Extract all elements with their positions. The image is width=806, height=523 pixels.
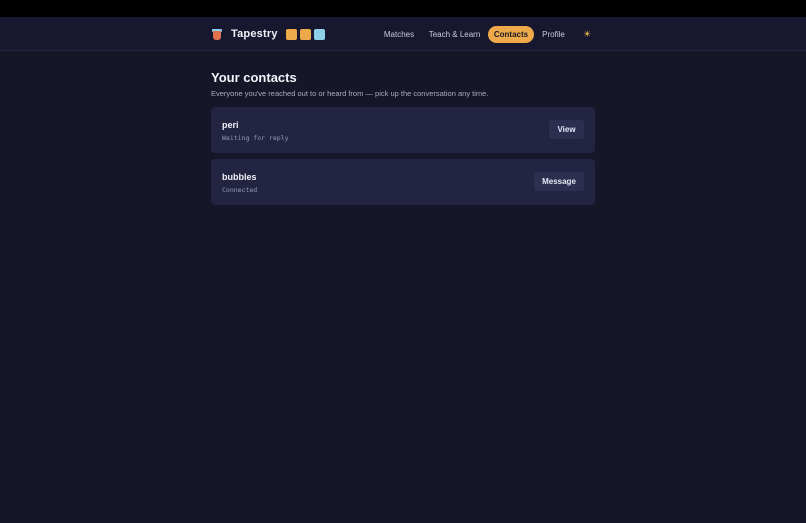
nav-teach-learn[interactable]: Teach & Learn bbox=[425, 26, 484, 43]
contact-name: bubbles bbox=[222, 172, 257, 182]
color-swatch-1 bbox=[285, 28, 297, 40]
message-button[interactable]: Message bbox=[534, 172, 584, 191]
contact-card: peri Waiting for reply View bbox=[211, 107, 595, 153]
color-swatch-2 bbox=[299, 28, 311, 40]
color-swatch-3 bbox=[313, 28, 325, 40]
contact-status: Connected bbox=[222, 186, 258, 194]
nav-contacts[interactable]: Contacts bbox=[488, 26, 534, 43]
page-subtitle: Everyone you've reached out to or heard … bbox=[211, 89, 489, 98]
page-title: Your contacts bbox=[211, 70, 297, 85]
nav-profile[interactable]: Profile bbox=[538, 26, 569, 43]
contact-name: peri bbox=[222, 120, 239, 130]
view-button[interactable]: View bbox=[549, 120, 584, 139]
contact-status: Waiting for reply bbox=[222, 134, 289, 142]
brand[interactable]: Tapestry bbox=[212, 17, 328, 51]
window-top-bar bbox=[0, 0, 806, 17]
nav-matches[interactable]: Matches bbox=[378, 26, 420, 43]
brand-name: Tapestry bbox=[231, 28, 278, 40]
sun-icon[interactable]: ☀ bbox=[581, 28, 593, 40]
app-header: Tapestry Matches Teach & Learn Contacts … bbox=[0, 17, 806, 51]
contact-card: bubbles Connected Message bbox=[211, 159, 595, 205]
yarn-cup-icon bbox=[212, 28, 222, 40]
